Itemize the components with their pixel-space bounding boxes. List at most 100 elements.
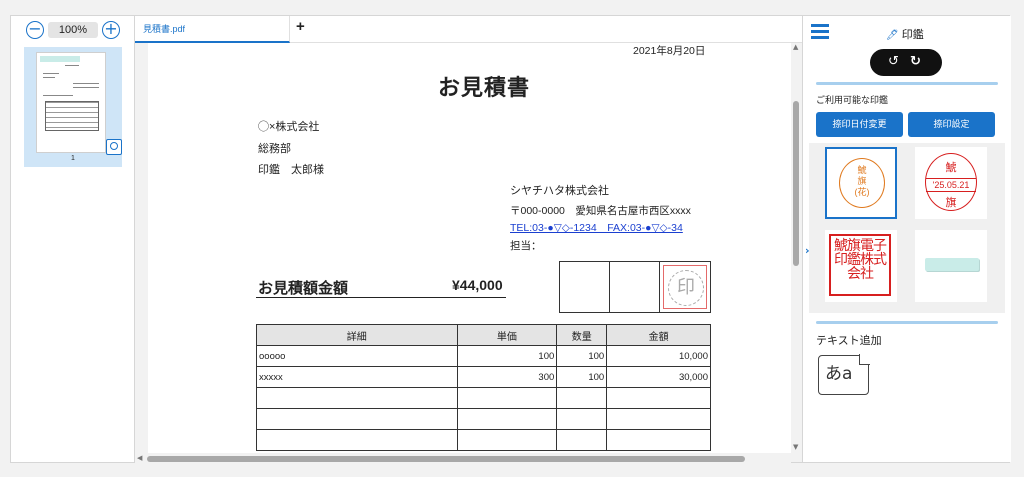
seal-box[interactable]: [610, 262, 660, 312]
stamp-orange-seal: 鯱 旗 (花): [839, 158, 885, 208]
panel-title-label: 印鑑: [901, 29, 924, 41]
scroll-left-icon[interactable]: ◀: [137, 454, 142, 462]
add-tab-button[interactable]: +: [296, 18, 305, 35]
undo-icon[interactable]: ↺: [888, 54, 899, 69]
vertical-scroll-thumb[interactable]: [793, 101, 799, 266]
document-date: 2021年8月20日: [633, 45, 706, 57]
stamp-item-square[interactable]: 鯱旗電子印鑑株式会社: [825, 230, 897, 302]
table-cell: 30,000: [606, 366, 711, 388]
vertical-scrollbar[interactable]: ▲ ▼: [791, 43, 802, 453]
thumbnail-stamp-band: [40, 56, 80, 62]
thumbnail-preview: [36, 52, 106, 153]
table-row: [256, 408, 711, 430]
table-cell: [256, 387, 458, 409]
table-cell: ooooo: [256, 345, 458, 367]
table-cell: 100: [556, 345, 608, 367]
menu-icon[interactable]: [811, 24, 829, 39]
expand-panel-icon[interactable]: ›: [805, 244, 810, 257]
table-cell: [256, 429, 458, 451]
horizontal-scroll-thumb[interactable]: [147, 456, 745, 462]
recipient-dept: 総務部: [258, 143, 291, 155]
thumbnail-page-number: 1: [71, 155, 75, 162]
tab-document[interactable]: 見積書.pdf: [135, 16, 290, 43]
table-header-row: 詳細 単価 数量 金額: [256, 324, 711, 346]
divider: [816, 82, 998, 85]
text-add-label: テキスト追加: [816, 335, 882, 347]
document-title: お見積書: [438, 75, 531, 100]
sender-address: 〒000-0000 愛知県名古屋市西区xxxx: [510, 205, 691, 217]
table-cell: [456, 387, 558, 409]
table-cell: [456, 408, 558, 430]
sender-phone-link[interactable]: TEL:03-●▽◇-1234 FAX:03-●▽◇-34: [510, 220, 683, 235]
zoom-in-button[interactable]: +: [102, 21, 120, 39]
zoom-level: 100%: [48, 22, 98, 38]
thumbnail-line: [65, 65, 79, 66]
seal-box[interactable]: [560, 262, 610, 312]
amount-underline: [256, 297, 506, 298]
scroll-up-icon[interactable]: ▲: [793, 43, 798, 51]
stamp-item-orange[interactable]: 鯱 旗 (花): [825, 147, 897, 219]
col-quantity: 数量: [556, 324, 608, 346]
estimate-table: 詳細 単価 数量 金額 ooooo 100 100 10,000 xxxxx 300 100…: [256, 324, 711, 451]
stamp-list: 鯱 旗 (花) 鯱 '25.05.21 旗 鯱旗電子印鑑株式会社: [809, 143, 1005, 313]
stamp-date-change-button[interactable]: 捺印日付変更: [816, 112, 903, 137]
magnify-icon[interactable]: [106, 139, 122, 155]
zoom-out-button[interactable]: −: [26, 21, 44, 39]
table-cell: 10,000: [606, 345, 711, 367]
recipient-person: 印鑑 太郎様: [258, 164, 324, 176]
table-row: xxxxx 300 100 30,000: [256, 366, 711, 388]
col-detail: 詳細: [256, 324, 458, 346]
page-thumbnail[interactable]: 1: [24, 47, 122, 167]
redo-icon[interactable]: ↻: [910, 54, 921, 69]
stamp-item-blank[interactable]: [915, 230, 987, 302]
text-add-icon[interactable]: あa: [818, 354, 870, 395]
tab-bar: 見積書.pdf +: [135, 16, 802, 43]
thumbnail-line: [43, 73, 59, 74]
table-cell: [556, 408, 608, 430]
divider: [816, 321, 998, 324]
sender-contact: 担当：: [510, 240, 542, 252]
table-cell: [556, 429, 608, 451]
table-cell: 100: [556, 366, 608, 388]
scroll-down-icon[interactable]: ▼: [793, 443, 798, 451]
thumbnail-line: [73, 87, 99, 88]
undo-redo-control: ↺ ↻: [870, 49, 942, 76]
table-cell: [456, 429, 558, 451]
col-amount: 金額: [606, 324, 711, 346]
sender-company: シヤチハタ株式会社: [510, 185, 609, 197]
amount-label: お見積額金額: [258, 280, 349, 297]
stamp-item-dated[interactable]: 鯱 '25.05.21 旗: [915, 147, 987, 219]
recipient-company: ◯×株式会社: [258, 121, 320, 133]
seal-placeholder-icon: 印: [668, 270, 704, 306]
seal-boxes: 印: [559, 261, 711, 313]
table-cell: 300: [456, 366, 558, 388]
seal-placeholder[interactable]: 印: [663, 265, 707, 309]
thumbnail-line: [43, 77, 55, 78]
stamp-icon: 🖊: [886, 30, 899, 41]
table-cell: [256, 408, 458, 430]
pdf-page[interactable]: 2021年8月20日 お見積書 ◯×株式会社 総務部 印鑑 太郎様 シヤチハタ株…: [148, 43, 791, 455]
app-window: − 100% + 1 見積書.pdf + 2021年8月20日 お見積書 ◯×株…: [10, 15, 1011, 464]
table-row: ooooo 100 100 10,000: [256, 345, 711, 367]
horizontal-scrollbar[interactable]: ◀: [135, 453, 791, 464]
available-stamps-label: ご利用可能な印鑑: [816, 95, 889, 105]
panel-title: 🖊 印鑑: [886, 26, 924, 42]
amount-value: ¥44,000: [452, 277, 503, 293]
tab-label: 見積書.pdf: [143, 24, 186, 34]
col-unit-price: 単価: [456, 324, 558, 346]
table-row: [256, 429, 711, 451]
table-cell: xxxxx: [256, 366, 458, 388]
table-row: [256, 387, 711, 409]
stamp-settings-button[interactable]: 捺印設定: [908, 112, 995, 137]
stamp-panel: 🖊 印鑑 ↺ ↻ ご利用可能な印鑑 捺印日付変更 捺印設定 鯱 旗 (花) 鯱 '…: [802, 16, 1011, 462]
document-area: 見積書.pdf + 2021年8月20日 お見積書 ◯×株式会社 総務部 印鑑 …: [135, 16, 802, 464]
thumbnail-panel: − 100% + 1: [11, 16, 135, 462]
table-cell: [606, 408, 711, 430]
zoom-controls: − 100% +: [26, 21, 121, 41]
table-cell: [556, 387, 608, 409]
stamp-blank-band: [925, 258, 979, 271]
thumbnail-line: [73, 83, 99, 84]
table-cell: 100: [456, 345, 558, 367]
stamp-square-seal: 鯱旗電子印鑑株式会社: [829, 234, 891, 296]
thumbnail-line: [43, 95, 73, 96]
